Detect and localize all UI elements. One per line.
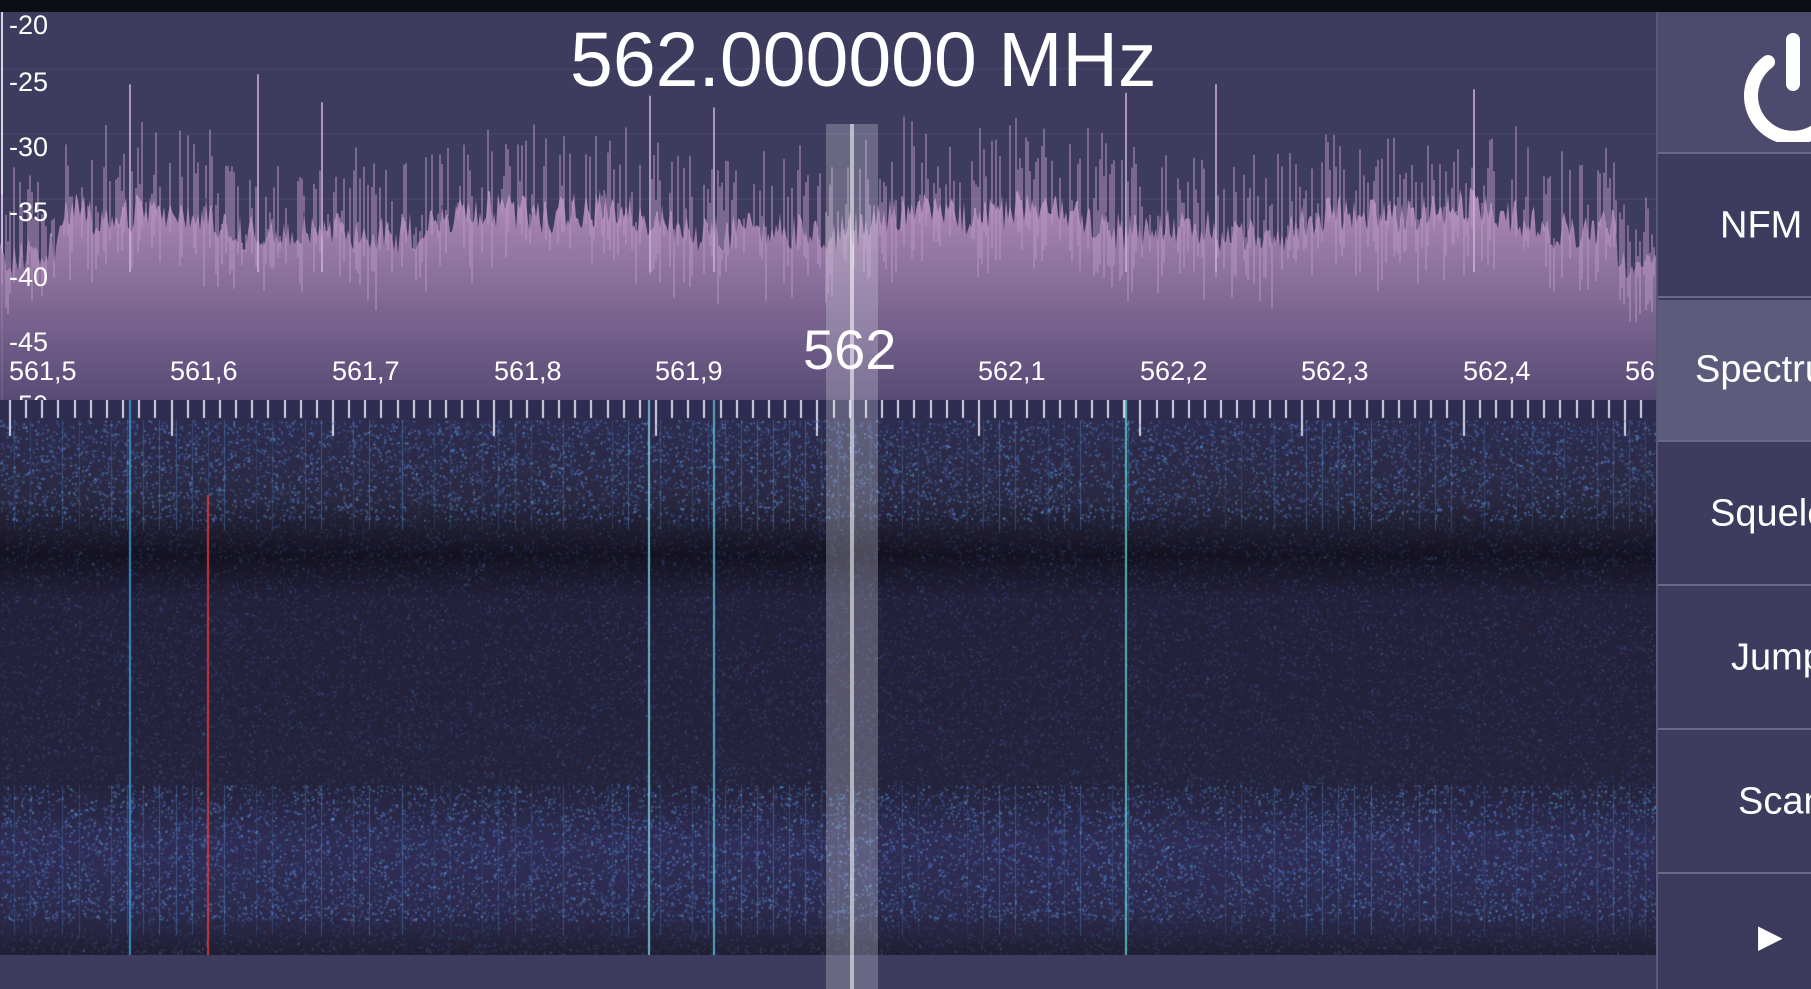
freq-axis-label: 562,1 [978,356,1046,386]
freq-axis-label: 561,7 [332,356,400,386]
center-frequency-line [850,124,854,989]
play-icon[interactable]: ▶ [1758,917,1783,955]
sidebar-button-label: Jump [1731,636,1811,679]
freq-axis-label: 561,5 [9,356,77,386]
db-axis-label: -20 [9,10,49,40]
db-axis-label: -25 [9,67,49,97]
mode-nfm-button[interactable]: NFM [1658,156,1811,298]
jump-button[interactable]: Jump [1658,588,1811,730]
sidebar-button-label: Squelch [1710,492,1811,535]
sidebar-button-label: Scan [1738,780,1811,823]
center-frequency-label: 562 [803,318,897,381]
status-bar [0,0,1811,12]
scan-button[interactable]: Scan [1658,732,1811,874]
spectrum-button[interactable]: Spectrum [1658,300,1811,442]
freq-axis-label: 561,6 [170,356,238,386]
frequency-display[interactable]: 562.000000 MHz [570,22,1156,99]
power-icon [1744,33,1811,142]
sidebar-button-label: Spectrum [1695,348,1811,391]
freq-axis-label: 562,3 [1301,356,1369,386]
freq-axis-label: 56 [1625,356,1656,386]
db-axis-label: -35 [9,197,49,227]
freq-axis-label: 562,2 [1140,356,1208,386]
power-button[interactable] [1658,12,1811,154]
db-axis-label: -40 [9,262,49,292]
freq-axis-label: 562,4 [1463,356,1531,386]
sidebar: NFM Spectrum Squelch Jump Scan ▶ [1656,12,1811,989]
sidebar-button-label: NFM [1720,204,1803,247]
squelch-button[interactable]: Squelch [1658,444,1811,586]
demod-bandwidth-selection[interactable] [826,124,878,989]
db-axis-label: -30 [9,132,49,162]
freq-axis-label: 561,9 [655,356,723,386]
db-axis-label: -45 [9,327,49,357]
freq-axis-label: 561,8 [494,356,562,386]
